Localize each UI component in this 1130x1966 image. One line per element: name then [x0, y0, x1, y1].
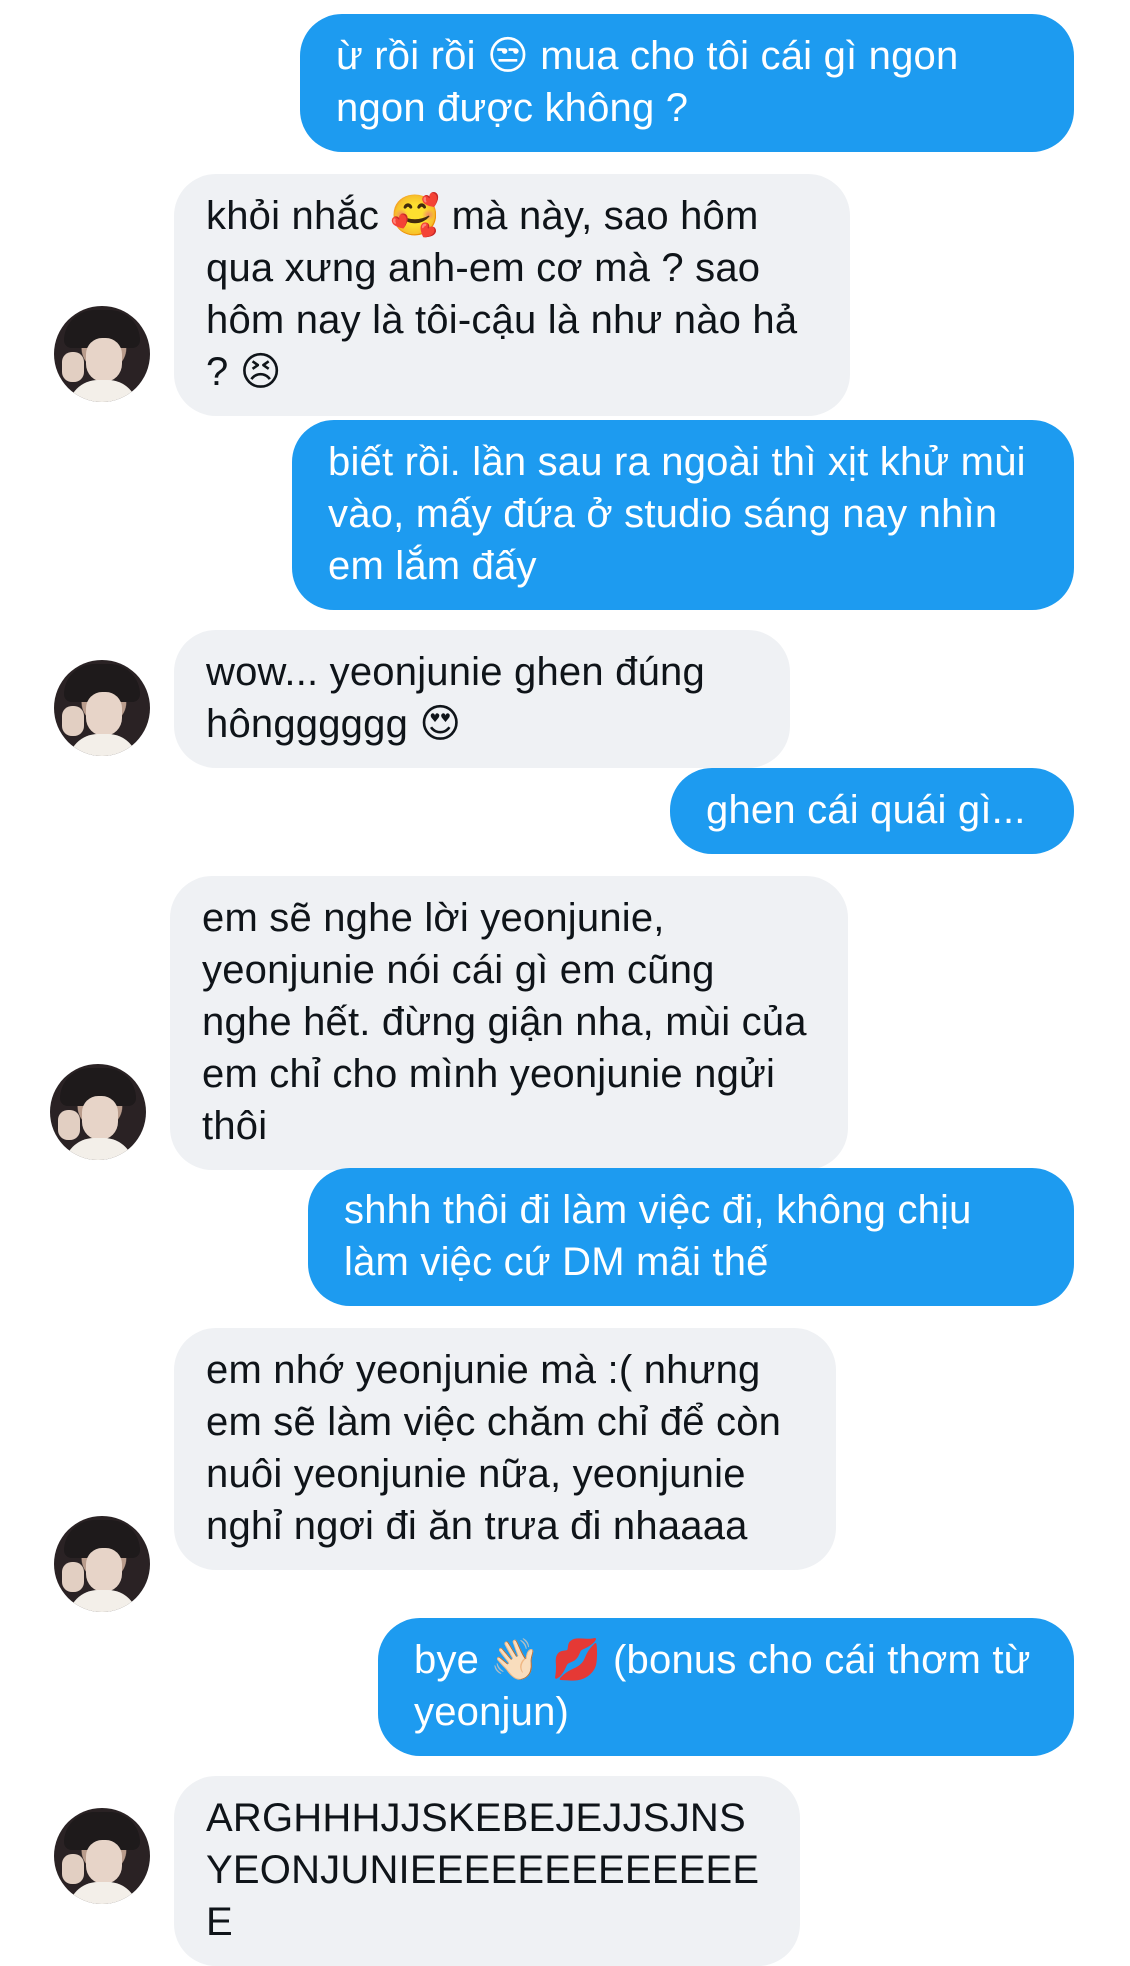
message-bubble-received[interactable]: ARGHHHJJSKEBEJEJJSJNS YEONJUNIEEEEEEEEEE…	[174, 1776, 800, 1966]
avatar[interactable]	[54, 306, 150, 402]
avatar[interactable]	[50, 1064, 146, 1160]
message-bubble-received[interactable]: wow... yeonjunie ghen đúng hôngggggg 😍	[174, 630, 790, 768]
dm-conversation: ừ rồi rồi 😒 mua cho tôi cái gì ngon ngon…	[0, 0, 1130, 1966]
avatar[interactable]	[54, 1516, 150, 1612]
message-bubble-sent[interactable]: bye 👋🏻 💋 (bonus cho cái thơm từ yeonjun)	[378, 1618, 1074, 1756]
message-bubble-sent[interactable]: shhh thôi đi làm việc đi, không chịu làm…	[308, 1168, 1074, 1306]
message-bubble-sent[interactable]: biết rồi. lần sau ra ngoài thì xịt khử m…	[292, 420, 1074, 610]
message-bubble-received[interactable]: khỏi nhắc 🥰 mà này, sao hôm qua xưng anh…	[174, 174, 850, 416]
message-bubble-sent[interactable]: ghen cái quái gì...	[670, 768, 1074, 854]
message-bubble-received[interactable]: em sẽ nghe lời yeonjunie, yeonjunie nói …	[170, 876, 848, 1170]
message-bubble-sent[interactable]: ừ rồi rồi 😒 mua cho tôi cái gì ngon ngon…	[300, 14, 1074, 152]
avatar[interactable]	[54, 1808, 150, 1904]
avatar[interactable]	[54, 660, 150, 756]
message-bubble-received[interactable]: em nhớ yeonjunie mà :( nhưng em sẽ làm v…	[174, 1328, 836, 1570]
